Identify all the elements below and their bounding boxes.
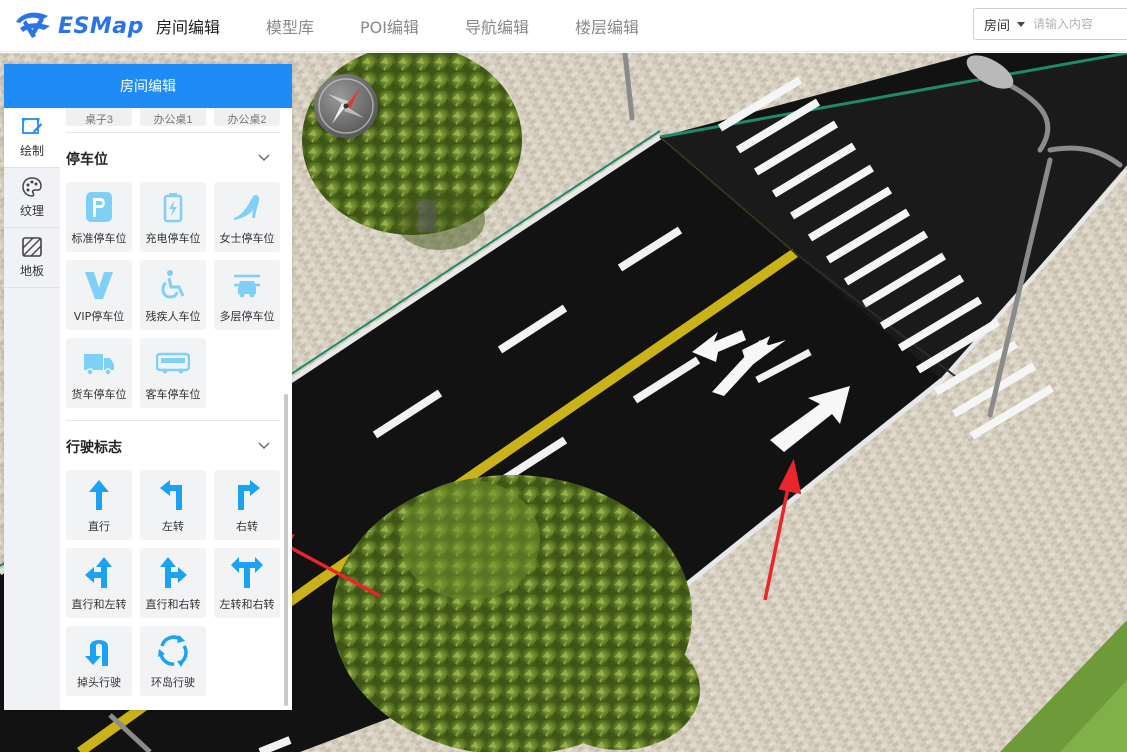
nav-navigation-edit[interactable]: 导航编辑 [465, 14, 529, 38]
caret-down-icon [1017, 21, 1026, 27]
tile-roundabout[interactable]: 环岛行驶 [140, 626, 206, 696]
tile-label: 左转 [162, 520, 184, 533]
side-tab-label: 地板 [19, 264, 44, 278]
tile-label: 货车停车位 [71, 388, 127, 401]
tile-office-desk-1[interactable]: 办公桌1 [140, 108, 206, 126]
tile-label: 标准停车位 [71, 232, 127, 245]
tile-vip-parking[interactable]: VIP停车位 [66, 260, 132, 330]
section-title-parking[interactable]: 停车位 [66, 149, 108, 169]
panel-side-tabs: 绘制 纹理 地板 [4, 108, 60, 710]
section-title-driving-signs[interactable]: 行驶标志 [66, 437, 122, 457]
tile-label: 左转和右转 [219, 598, 275, 611]
panel-scrollbar[interactable] [284, 394, 288, 706]
logo-text: ESMap [58, 13, 144, 39]
arrow-straight-icon [89, 480, 109, 510]
tile-women-parking[interactable]: 女士停车位 [214, 182, 280, 252]
palette-icon [22, 177, 42, 197]
tile-label: 客车停车位 [145, 388, 201, 401]
tile-label: 掉头行驶 [77, 676, 121, 689]
search-type-select[interactable]: 房间 [974, 9, 1033, 39]
multilevel-parking-icon [234, 274, 260, 298]
chevron-down-icon[interactable] [258, 151, 270, 163]
search-type-value: 房间 [984, 18, 1011, 34]
charging-parking-icon [163, 193, 183, 223]
tile-multilevel-parking[interactable]: 多层停车位 [214, 260, 280, 330]
tile-truck-parking[interactable]: 货车停车位 [66, 338, 132, 408]
tile-bus-parking[interactable]: 客车停车位 [140, 338, 206, 408]
vip-parking-icon [85, 272, 113, 299]
tile-label: 多层停车位 [219, 310, 275, 323]
previous-items-row: 桌子3 办公桌1 办公桌2 [66, 108, 280, 128]
nav-model-library[interactable]: 模型库 [266, 14, 314, 38]
search-input[interactable] [1033, 17, 1124, 31]
tile-u-turn[interactable]: 掉头行驶 [66, 626, 132, 696]
tile-desk-3[interactable]: 桌子3 [66, 108, 132, 126]
panel-title: 房间编辑 [4, 64, 292, 108]
tile-label: 直行和左转 [71, 598, 127, 611]
arrow-u-turn-icon [85, 640, 108, 666]
section-divider [66, 132, 280, 133]
compass-icon [318, 78, 374, 134]
side-tab-draw[interactable]: 绘制 [4, 108, 60, 168]
arrow-straight-right-icon [160, 557, 187, 588]
section-divider [66, 420, 280, 421]
tile-right-turn[interactable]: 右转 [214, 470, 280, 540]
arrow-left-turn-icon [160, 480, 182, 510]
search-box: 房间 [973, 8, 1127, 40]
tile-straight-and-right[interactable]: 直行和右转 [140, 548, 206, 618]
logo-icon [14, 8, 52, 45]
tile-office-desk-2[interactable]: 办公桌2 [214, 108, 280, 126]
arrow-right-turn-icon [238, 480, 260, 510]
wheelchair-parking-icon [161, 270, 185, 299]
side-tab-floor[interactable]: 地板 [4, 228, 60, 288]
logo[interactable]: ESMap [14, 8, 144, 44]
nav-room-edit[interactable]: 房间编辑 [156, 14, 220, 38]
arrow-left-right-icon [231, 557, 263, 588]
main-nav: 房间编辑 模型库 POI编辑 导航编辑 楼层编辑 [156, 0, 685, 52]
tile-label: 直行和右转 [145, 598, 201, 611]
tile-disabled-parking[interactable]: 残疾人车位 [140, 260, 206, 330]
tile-charging-parking[interactable]: 充电停车位 [140, 182, 206, 252]
tile-label: 右转 [236, 520, 258, 533]
nav-floor-edit[interactable]: 楼层编辑 [575, 14, 639, 38]
arrow-straight-left-icon [85, 557, 112, 588]
tile-left-turn[interactable]: 左转 [140, 470, 206, 540]
side-tab-label: 绘制 [19, 144, 44, 158]
tile-label: VIP停车位 [73, 310, 125, 323]
women-parking-icon [234, 195, 260, 220]
tile-label: 女士停车位 [219, 232, 275, 245]
nav-poi-edit[interactable]: POI编辑 [360, 14, 419, 38]
tile-straight-and-left[interactable]: 直行和左转 [66, 548, 132, 618]
side-tab-texture[interactable]: 纹理 [4, 168, 60, 228]
draw-icon [21, 117, 42, 134]
top-navigation-bar: ESMap 房间编辑 模型库 POI编辑 导航编辑 楼层编辑 房间 [0, 0, 1127, 52]
parking-p-icon [86, 192, 112, 222]
tile-label: 直行 [88, 520, 110, 533]
tile-label: 残疾人车位 [145, 310, 201, 323]
roundabout-icon [158, 635, 188, 667]
tile-label: 充电停车位 [145, 232, 201, 245]
panel-content: 桌子3 办公桌1 办公桌2 停车位 标准停车位 充电停车位 女士停车位 VIP停… [60, 108, 292, 710]
tile-straight[interactable]: 直行 [66, 470, 132, 540]
truck-parking-icon [84, 354, 114, 376]
compass-button[interactable] [314, 74, 378, 138]
tile-standard-parking[interactable]: 标准停车位 [66, 182, 132, 252]
floor-icon [22, 237, 42, 257]
tile-left-and-right[interactable]: 左转和右转 [214, 548, 280, 618]
chevron-down-icon[interactable] [258, 439, 270, 451]
bus-parking-icon [156, 352, 190, 374]
tile-label: 环岛行驶 [151, 676, 195, 689]
side-tab-label: 纹理 [19, 204, 44, 218]
room-edit-panel: 房间编辑 绘制 纹理 地板 桌子3 办公桌1 办公桌2 停车位 标准停车位 充电… [4, 64, 292, 710]
